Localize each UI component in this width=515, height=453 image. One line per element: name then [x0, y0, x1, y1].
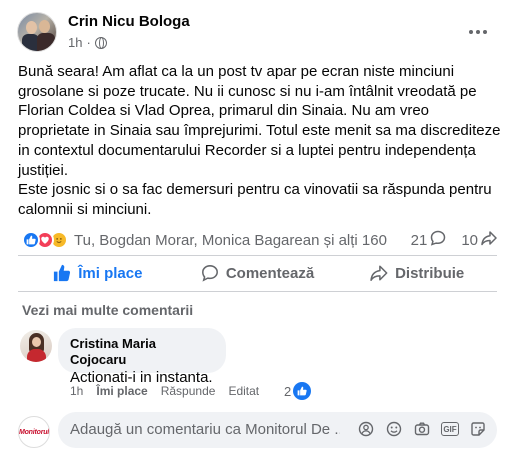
comment-button[interactable]: Comentează: [178, 256, 338, 290]
comment-bubble: Cristina Maria Cojocaru Actionati-i in i…: [58, 328, 226, 386]
comment-like-button[interactable]: Îmi place: [96, 384, 147, 398]
like-reaction-icon: [293, 382, 312, 400]
post-card: Crin Nicu Bologa 1h · Bună seara! Am afl…: [0, 0, 515, 453]
shares-count[interactable]: 10: [461, 232, 478, 249]
like-reaction-icon: [22, 231, 40, 249]
reactions-summary[interactable]: Tu, Bogdan Morar, Monica Bagarean și alț…: [22, 230, 387, 250]
camera-icon[interactable]: [413, 420, 431, 438]
avatar-sticker-icon[interactable]: [357, 420, 375, 438]
post-meta: 1h ·: [68, 35, 107, 50]
view-more-comments-link[interactable]: Vezi mai multe comentarii: [22, 302, 193, 318]
comment-author[interactable]: Cristina Maria Cojocaru: [70, 336, 214, 368]
engagement-counts: 21 10: [411, 230, 497, 250]
comment-reply-button[interactable]: Răspunde: [161, 384, 216, 398]
comment-icon: [201, 264, 219, 282]
gif-icon[interactable]: GIF: [441, 422, 459, 436]
author-avatar[interactable]: [17, 12, 57, 52]
post-paragraph: Este josnic si o sa fac demersuri pentru…: [18, 181, 492, 218]
globe-icon: [94, 36, 107, 49]
comment-composer[interactable]: Adaugă un comentariu ca Monitorul De ...…: [58, 412, 497, 448]
comments-count[interactable]: 21: [411, 232, 428, 249]
sticker-icon[interactable]: [469, 420, 487, 438]
post-time[interactable]: 1h: [68, 35, 82, 50]
post-actions: Îmi place Comentează Distribuie: [18, 256, 497, 290]
share-count-icon: [481, 230, 497, 250]
comment-reactions[interactable]: 2: [284, 382, 312, 400]
page-avatar-logo: Monitorul: [18, 428, 50, 436]
comment-reactions-count: 2: [284, 383, 292, 399]
like-label: Îmi place: [78, 264, 143, 282]
comment-label: Comentează: [225, 264, 315, 282]
share-button[interactable]: Distribuie: [337, 256, 497, 290]
thumbs-up-icon: [53, 264, 71, 282]
comment-edited-label[interactable]: Editat: [228, 384, 259, 398]
post-paragraph: Bună seara! Am aflat ca la un post tv ap…: [18, 63, 501, 179]
share-label: Distribuie: [395, 264, 465, 282]
comment-input-placeholder[interactable]: Adaugă un comentariu ca Monitorul De ...: [70, 421, 340, 438]
composer-icons: GIF: [357, 420, 487, 438]
like-button[interactable]: Îmi place: [18, 256, 178, 290]
divider: [18, 291, 497, 292]
commenter-avatar[interactable]: [20, 330, 52, 362]
meta-separator: ·: [86, 35, 91, 50]
comment-count-icon: [430, 230, 446, 250]
comment-meta: 1h Îmi place Răspunde Editat: [70, 384, 259, 398]
post-author[interactable]: Crin Nicu Bologa: [68, 13, 190, 30]
more-icon[interactable]: [466, 20, 490, 44]
share-icon: [370, 264, 388, 282]
comment-time[interactable]: 1h: [70, 384, 83, 398]
post-text: Bună seara! Am aflat ca la un post tv ap…: [18, 62, 503, 220]
reactions-text[interactable]: Tu, Bogdan Morar, Monica Bagarean și alț…: [74, 232, 387, 249]
emoji-icon[interactable]: [385, 420, 403, 438]
page-avatar[interactable]: Monitorul: [18, 416, 50, 448]
